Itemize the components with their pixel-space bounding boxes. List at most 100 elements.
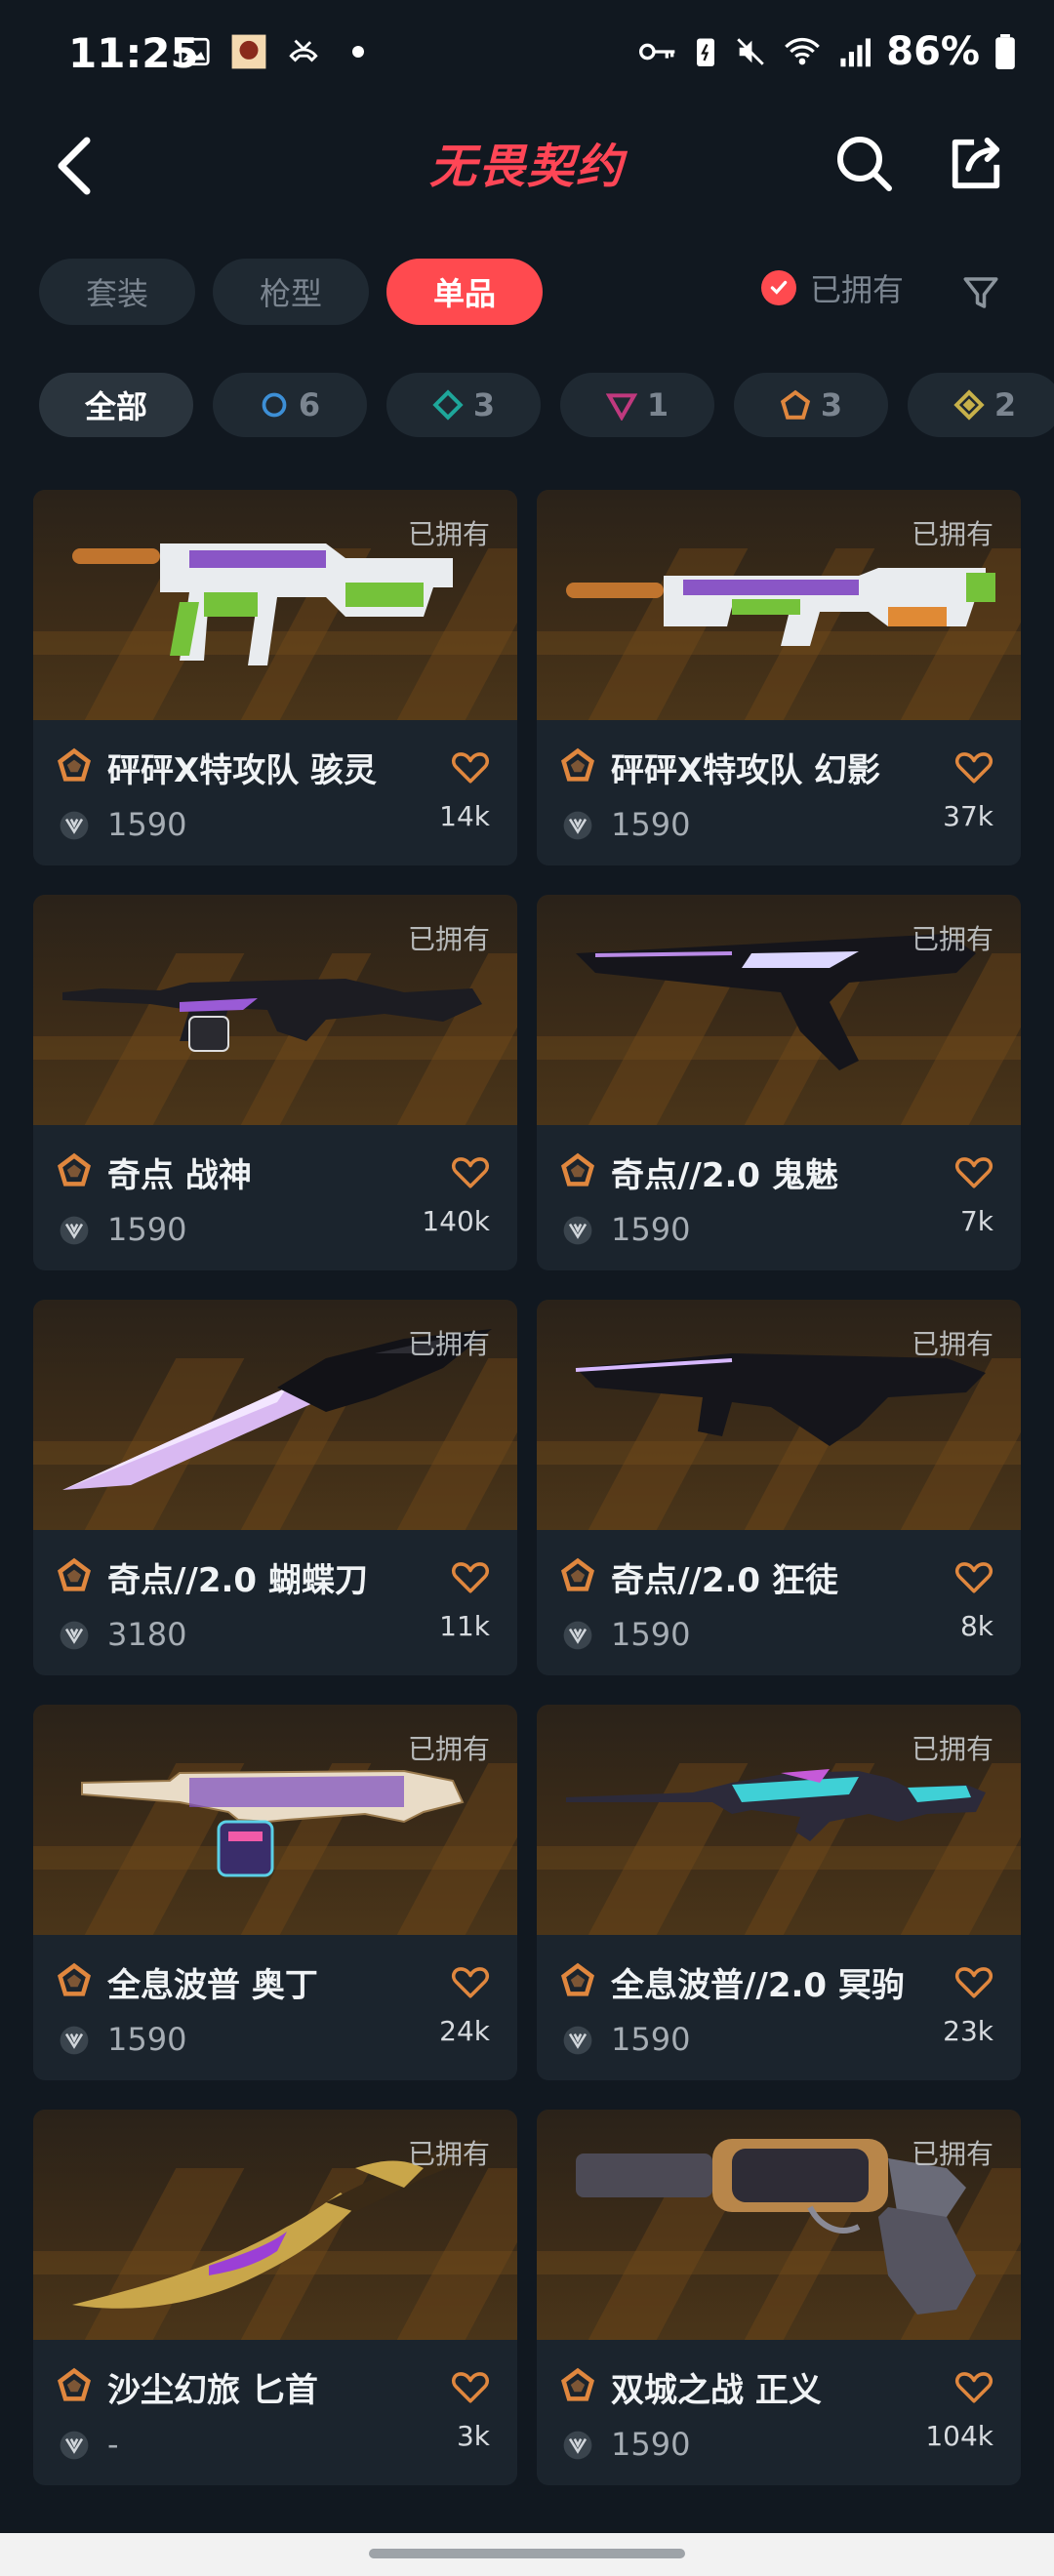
item-image: 已拥有 — [537, 1705, 1021, 1935]
heart-icon[interactable] — [954, 1559, 993, 1594]
mute-icon — [737, 38, 765, 65]
chip-ultra-tier[interactable]: 2 — [908, 373, 1054, 437]
item-price: 1590 — [611, 806, 691, 843]
premium-tier-icon — [605, 393, 637, 421]
vp-currency-icon — [60, 2026, 89, 2055]
like-count: 37k — [943, 800, 993, 832]
item-name: 沙尘幻旅 匕首 — [107, 2371, 318, 2410]
vp-currency-icon — [60, 1216, 89, 1245]
vp-currency-icon — [60, 811, 89, 840]
exclusive-tier-icon — [560, 747, 595, 782]
home-indicator[interactable] — [369, 2549, 685, 2558]
heart-icon[interactable] — [451, 1559, 490, 1594]
heart-icon[interactable] — [954, 749, 993, 785]
battery-icon — [995, 34, 1015, 69]
heart-icon[interactable] — [451, 2369, 490, 2404]
exclusive-tier-icon — [57, 1962, 92, 1996]
missed-call-icon — [285, 33, 322, 70]
item-name: 奇点//2.0 狂徒 — [611, 1561, 838, 1600]
chip-count: 6 — [298, 386, 321, 423]
vp-currency-icon — [563, 2026, 592, 2055]
gallery-icon — [176, 33, 213, 70]
item-image: 已拥有 — [537, 895, 1021, 1125]
item-info: 双城之战 正义 1590 104k — [537, 2340, 1021, 2485]
app-header: 无畏契约 — [0, 112, 1054, 239]
battery-saver-icon — [697, 38, 715, 66]
search-button[interactable] — [830, 124, 898, 202]
signal-icon — [840, 38, 872, 67]
item-price: 1590 — [611, 2426, 691, 2463]
tab-bundles[interactable]: 套装 — [39, 259, 196, 325]
item-info: 沙尘幻旅 匕首 - 3k — [33, 2340, 517, 2485]
exclusive-tier-icon — [560, 2367, 595, 2401]
item-info: 砰砰X特攻队 幻影 1590 37k — [537, 720, 1021, 865]
item-image: 已拥有 — [33, 1705, 517, 1935]
ultra-tier-icon — [953, 389, 985, 421]
item-image: 已拥有 — [537, 2110, 1021, 2340]
exclusive-tier-icon — [57, 1152, 92, 1187]
item-card[interactable]: 已拥有 奇点 战神 1590 140k — [33, 895, 517, 1270]
app-thumbnail-icon — [230, 33, 267, 70]
item-card[interactable]: 已拥有 全息波普 奥丁 1590 24k — [33, 1705, 517, 2080]
item-name: 砰砰X特攻队 骇灵 — [107, 751, 378, 790]
item-image: 已拥有 — [33, 895, 517, 1125]
system-icons: 86% — [638, 29, 1015, 74]
chip-deluxe-tier[interactable]: 3 — [386, 373, 541, 437]
like-count: 8k — [959, 1610, 993, 1642]
owned-label: 已拥有 — [810, 271, 905, 308]
item-card[interactable]: 已拥有 沙尘幻旅 匕首 - 3k — [33, 2110, 517, 2485]
item-card[interactable]: 已拥有 奇点//2.0 鬼魅 1590 7k — [537, 895, 1021, 1270]
heart-icon[interactable] — [451, 1964, 490, 1999]
item-name: 双城之战 正义 — [611, 2371, 822, 2410]
item-card[interactable]: 已拥有 奇点//2.0 狂徒 1590 8k — [537, 1300, 1021, 1675]
like-count: 14k — [439, 800, 490, 832]
like-count: 3k — [456, 2420, 490, 2452]
item-card[interactable]: 已拥有 奇点//2.0 蝴蝶刀 3180 11k — [33, 1300, 517, 1675]
item-price: 1590 — [611, 2021, 691, 2058]
item-name: 奇点//2.0 蝴蝶刀 — [107, 1561, 368, 1600]
heart-icon[interactable] — [954, 1154, 993, 1189]
item-card[interactable]: 已拥有 全息波普//2.0 冥驹 1590 23k — [537, 1705, 1021, 2080]
vp-currency-icon — [563, 1621, 592, 1650]
item-info: 奇点//2.0 狂徒 1590 8k — [537, 1530, 1021, 1675]
chip-count: 2 — [993, 386, 1017, 423]
item-card[interactable]: 已拥有 砰砰X特攻队 骇灵 1590 14k — [33, 490, 517, 865]
heart-icon[interactable] — [451, 1154, 490, 1189]
exclusive-tier-icon — [560, 1557, 595, 1591]
owned-tag: 已拥有 — [407, 1733, 490, 1765]
like-count: 140k — [422, 1205, 490, 1237]
owned-toggle[interactable]: 已拥有 — [761, 265, 904, 310]
item-card[interactable]: 已拥有 双城之战 正义 1590 104k — [537, 2110, 1021, 2485]
heart-icon[interactable] — [954, 1964, 993, 1999]
item-info: 全息波普//2.0 冥驹 1590 23k — [537, 1935, 1021, 2080]
filter-icon — [963, 277, 998, 308]
owned-tag: 已拥有 — [911, 2138, 993, 2170]
item-name: 全息波普//2.0 冥驹 — [611, 1966, 905, 2005]
rarity-chips: 全部 6 3 1 3 2 — [39, 373, 1054, 437]
vp-currency-icon — [60, 1621, 89, 1650]
exclusive-tier-icon — [560, 1152, 595, 1187]
filter-button[interactable] — [956, 263, 1005, 322]
deluxe-tier-icon — [432, 389, 464, 421]
vp-currency-icon — [60, 2431, 89, 2460]
item-image: 已拥有 — [537, 1300, 1021, 1530]
item-info: 奇点//2.0 蝴蝶刀 3180 11k — [33, 1530, 517, 1675]
heart-icon[interactable] — [954, 2369, 993, 2404]
search-icon — [837, 137, 892, 191]
item-name: 奇点//2.0 鬼魅 — [611, 1156, 838, 1195]
chip-all-label: 全部 — [84, 388, 147, 425]
exclusive-tier-icon — [780, 389, 810, 420]
tab-weapon-type[interactable]: 枪型 — [213, 259, 370, 325]
chip-exclusive-tier[interactable]: 3 — [734, 373, 888, 437]
share-button[interactable] — [942, 124, 1010, 202]
chip-select-tier[interactable]: 6 — [213, 373, 367, 437]
tab-single-items[interactable]: 单品 — [386, 259, 544, 325]
item-card[interactable]: 已拥有 砰砰X特攻队 幻影 1590 37k — [537, 490, 1021, 865]
item-price: 3180 — [107, 1616, 187, 1653]
heart-icon[interactable] — [451, 749, 490, 785]
chip-premium-tier[interactable]: 1 — [560, 373, 714, 437]
exclusive-tier-icon — [57, 2367, 92, 2401]
owned-tag: 已拥有 — [911, 1328, 993, 1360]
chip-all[interactable]: 全部 — [39, 373, 193, 437]
item-info: 奇点 战神 1590 140k — [33, 1125, 517, 1270]
